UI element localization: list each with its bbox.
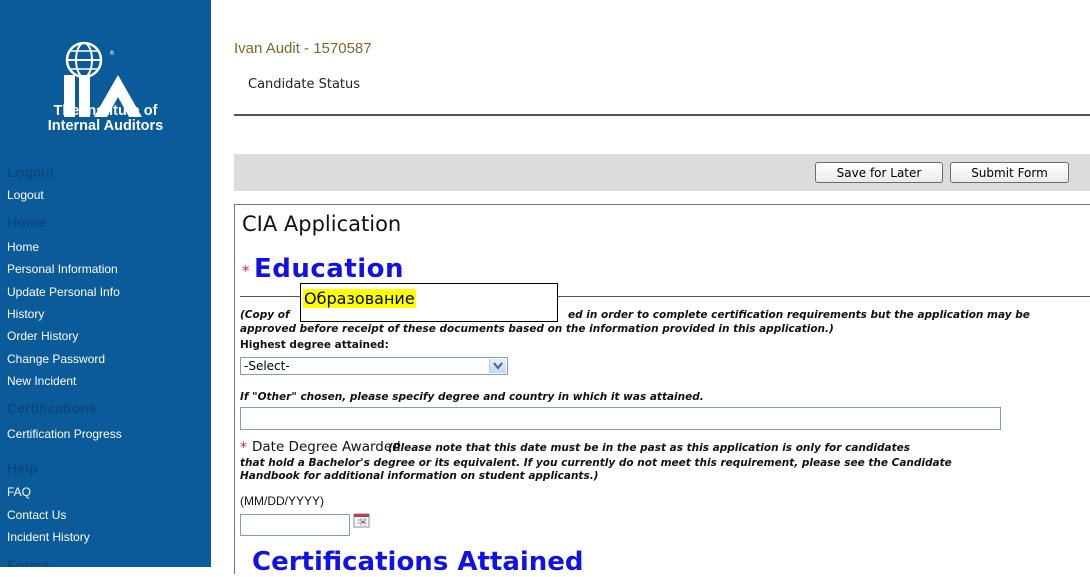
- logo-text: The Institute of Internal Auditors: [0, 104, 211, 134]
- logo-text-line1: The Institute of: [53, 103, 158, 119]
- candidate-status-link[interactable]: Candidate Status: [248, 77, 360, 92]
- candidate-name: Ivan Audit - 1570587: [234, 40, 372, 57]
- sidebar-item-history[interactable]: History: [7, 307, 44, 321]
- calendar-icon[interactable]: [353, 512, 371, 528]
- sidebar-item-incident-history[interactable]: Incident History: [7, 530, 90, 544]
- education-note-line1: ed in order to complete certification re…: [568, 309, 1030, 321]
- degree-label: Highest degree attained:: [240, 339, 389, 351]
- sidebar-heading-home: Home: [7, 214, 46, 230]
- sidebar-item-new-incident[interactable]: New Incident: [7, 374, 76, 388]
- other-degree-label: If "Other" chosen, please specify degree…: [240, 391, 704, 403]
- sidebar-item-home[interactable]: Home: [7, 240, 39, 254]
- required-marker: *: [242, 262, 250, 280]
- sidebar-item-update-personal-info[interactable]: Update Personal Info: [7, 285, 120, 299]
- sidebar-heading-certifications: Certifications: [7, 400, 97, 416]
- form-title: CIA Application: [242, 212, 402, 236]
- sidebar-item-certification-progress[interactable]: Certification Progress: [7, 427, 122, 441]
- sidebar-heading-logout: Logout: [7, 164, 55, 180]
- date-format-hint: (MM/DD/YYYY): [240, 494, 324, 508]
- date-awarded-note-line3: Handbook for additional information on s…: [240, 470, 599, 482]
- sidebar-item-order-history[interactable]: Order History: [7, 329, 78, 343]
- date-awarded-label: Date Degree Awarded: [252, 439, 401, 455]
- education-note-line2: approved before receipt of these documen…: [240, 323, 834, 335]
- header-divider: [234, 114, 1090, 116]
- required-marker: *: [240, 440, 247, 456]
- date-awarded-note-line1: (Please note that this date must be in t…: [388, 442, 911, 454]
- date-awarded-note-line2: that hold a Bachelor's degree or its equ…: [240, 457, 952, 469]
- certifications-heading: Certifications Attained: [252, 547, 584, 577]
- save-for-later-button[interactable]: Save for Later: [815, 162, 943, 183]
- education-heading: Education: [254, 254, 405, 284]
- sidebar-item-contact-us[interactable]: Contact Us: [7, 508, 66, 522]
- highest-degree-select[interactable]: -Select-: [240, 357, 508, 375]
- chevron-down-icon[interactable]: [489, 359, 506, 373]
- degree-selected-value: -Select-: [244, 359, 290, 373]
- sidebar-item-faq[interactable]: FAQ: [7, 485, 31, 499]
- submit-form-button[interactable]: Submit Form: [950, 162, 1069, 183]
- education-note-start: (Copy of: [240, 309, 290, 321]
- sidebar-heading-forms: Forms: [7, 557, 50, 567]
- other-degree-input[interactable]: [240, 407, 1001, 430]
- tooltip-text: Образование: [303, 289, 416, 308]
- svg-text:®: ®: [109, 50, 115, 57]
- date-awarded-input[interactable]: [240, 514, 350, 536]
- translation-tooltip: Образование: [300, 283, 558, 322]
- sidebar: ® The Institute of Internal Auditors Log…: [0, 0, 211, 567]
- sidebar-item-logout[interactable]: Logout: [7, 188, 44, 202]
- sidebar-heading-help: Help: [7, 460, 38, 476]
- sidebar-item-personal-information[interactable]: Personal Information: [7, 262, 118, 276]
- logo-text-line2: Internal Auditors: [47, 118, 164, 134]
- sidebar-item-change-password[interactable]: Change Password: [7, 352, 105, 366]
